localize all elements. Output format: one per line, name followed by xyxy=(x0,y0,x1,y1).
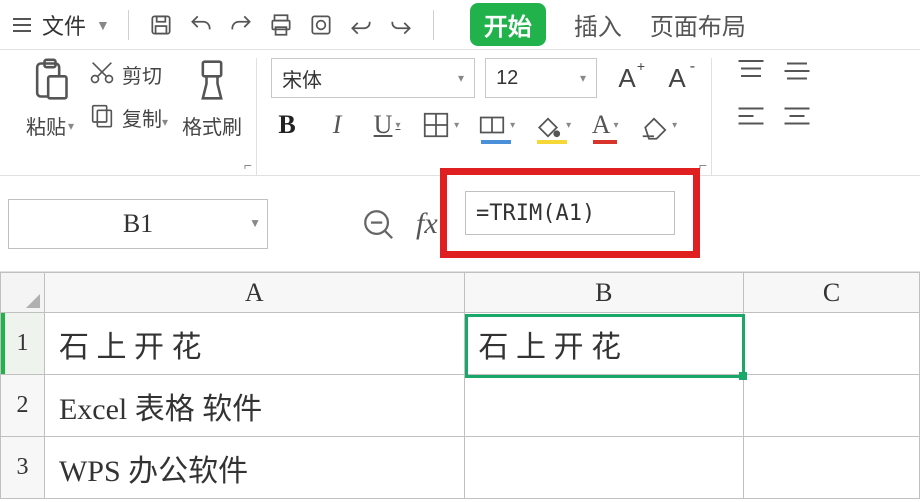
italic-button[interactable]: I xyxy=(321,108,353,142)
align-center-button[interactable] xyxy=(782,103,812,134)
hamburger-icon xyxy=(10,13,34,37)
cell-b3[interactable] xyxy=(464,437,744,499)
cell-a3[interactable]: WPS 办公软件 xyxy=(44,437,464,499)
spreadsheet-grid: A B C 1 石 上 开 花 石 上 开 花 2 Excel 表格 软件 3 … xyxy=(0,272,920,499)
print-button[interactable] xyxy=(267,11,295,39)
format-painter-label: 格式刷 xyxy=(182,111,242,140)
select-all-corner[interactable] xyxy=(1,273,45,313)
undo-button[interactable] xyxy=(187,11,215,39)
menu-bar: 文件 ▼ 开始 插入 页面布局 xyxy=(0,0,920,50)
cell-b1[interactable]: 石 上 开 花 xyxy=(464,313,744,375)
decrease-font-button[interactable]: A xyxy=(657,58,697,98)
cut-button[interactable]: 剪切 xyxy=(88,58,168,91)
chevron-down-icon: ▼ xyxy=(249,216,261,231)
row-header-1[interactable]: 1 xyxy=(1,313,45,375)
font-size-select[interactable]: 12 ▾ xyxy=(485,58,597,98)
ribbon-tabs: 开始 插入 页面布局 xyxy=(470,3,746,46)
paste-icon xyxy=(28,58,72,107)
copy-icon xyxy=(88,101,116,134)
column-header-a[interactable]: A xyxy=(44,273,464,313)
formula-bar: B1 ▼ fx =TRIM(A1) xyxy=(0,176,920,272)
print-preview-button[interactable] xyxy=(307,11,335,39)
copy-label: 复制 xyxy=(122,109,162,131)
font-group: 宋体 ▾ 12 ▾ A A B I U▾ ▾ ▾ ▾ xyxy=(256,58,711,175)
paste-label: 粘贴 xyxy=(26,111,66,140)
cut-label: 剪切 xyxy=(122,60,162,89)
fx-button[interactable]: fx xyxy=(416,207,438,241)
scissors-icon xyxy=(88,58,116,91)
underline-button[interactable]: U▾ xyxy=(371,108,403,142)
column-header-b[interactable]: B xyxy=(464,273,744,313)
format-painter-button[interactable]: 格式刷 xyxy=(182,58,242,140)
formula-highlight: =TRIM(A1) xyxy=(440,168,700,258)
chevron-down-icon: ▾ xyxy=(458,71,464,85)
cell-a2[interactable]: Excel 表格 软件 xyxy=(44,375,464,437)
cell-a1[interactable]: 石 上 开 花 xyxy=(44,313,464,375)
copy-button[interactable]: 复制▾ xyxy=(88,101,168,134)
cell-reference: B1 xyxy=(123,209,153,239)
align-top-button[interactable] xyxy=(736,58,766,89)
brush-icon xyxy=(190,58,234,107)
zoom-tool-button[interactable] xyxy=(358,204,398,244)
row-header-2[interactable]: 2 xyxy=(1,375,45,437)
row-header-3[interactable]: 3 xyxy=(1,437,45,499)
clear-format-button[interactable]: ▾ xyxy=(639,108,677,142)
formula-text: =TRIM(A1) xyxy=(476,201,595,226)
file-menu[interactable]: 文件 ▼ xyxy=(10,9,110,41)
clipboard-expand-icon[interactable]: ⌐ xyxy=(244,157,252,173)
redo-history-button[interactable] xyxy=(387,11,415,39)
cell-c2[interactable] xyxy=(744,375,920,437)
tab-start[interactable]: 开始 xyxy=(470,3,546,46)
borders-button[interactable]: ▾ xyxy=(421,108,459,142)
undo-history-button[interactable] xyxy=(347,11,375,39)
font-size-value: 12 xyxy=(496,67,518,90)
cell-c3[interactable] xyxy=(744,437,920,499)
clipboard-group: 粘贴▾ 剪切 复制▾ 格式刷 ⌐ xyxy=(12,58,256,175)
increase-font-button[interactable]: A xyxy=(607,58,647,98)
align-middle-button[interactable] xyxy=(782,58,812,89)
tab-page-layout[interactable]: 页面布局 xyxy=(650,7,746,42)
divider xyxy=(433,10,434,40)
font-color-button[interactable]: A ▾ xyxy=(589,108,621,142)
font-name-value: 宋体 xyxy=(282,64,322,93)
redo-button[interactable] xyxy=(227,11,255,39)
file-menu-label: 文件 xyxy=(42,9,86,41)
align-left-button[interactable] xyxy=(736,103,766,134)
tab-insert[interactable]: 插入 xyxy=(574,7,622,42)
font-expand-icon[interactable]: ⌐ xyxy=(699,157,707,173)
merge-cells-button[interactable]: ▾ xyxy=(477,108,515,142)
cell-b2[interactable] xyxy=(464,375,744,437)
chevron-down-icon: ▼ xyxy=(96,17,110,33)
save-button[interactable] xyxy=(147,11,175,39)
align-group xyxy=(711,58,816,175)
formula-input[interactable]: =TRIM(A1) xyxy=(465,191,675,235)
chevron-down-icon: ▾ xyxy=(580,71,586,85)
paste-button[interactable]: 粘贴▾ xyxy=(26,58,74,140)
bold-button[interactable]: B xyxy=(271,108,303,142)
divider xyxy=(128,10,129,40)
column-header-c[interactable]: C xyxy=(744,273,920,313)
cell-c1[interactable] xyxy=(744,313,920,375)
ribbon-toolbar: 粘贴▾ 剪切 复制▾ 格式刷 ⌐ xyxy=(0,50,920,176)
fill-color-button[interactable]: ▾ xyxy=(533,108,571,142)
name-box[interactable]: B1 ▼ xyxy=(8,199,268,249)
font-name-select[interactable]: 宋体 ▾ xyxy=(271,58,475,98)
